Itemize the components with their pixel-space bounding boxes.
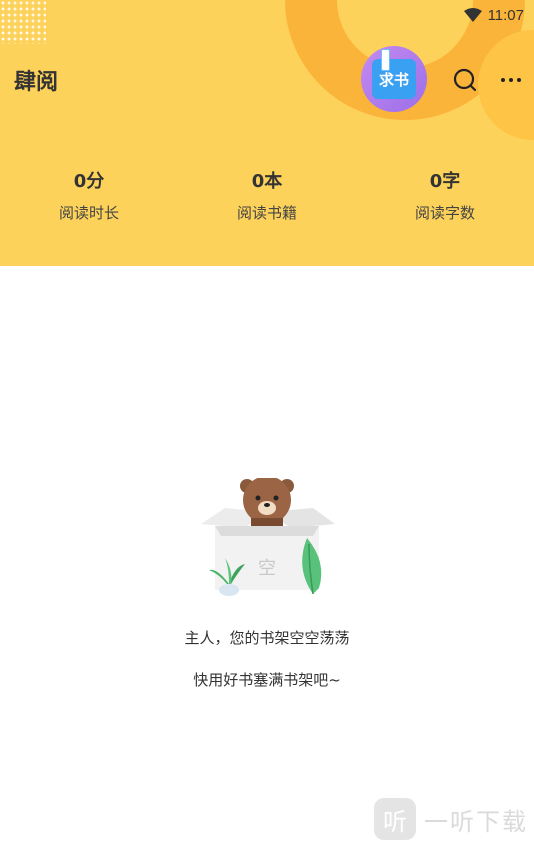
stat-value: 0分 [73, 171, 105, 192]
box-label: 空 [258, 558, 276, 579]
request-book-button[interactable]: 求书 [361, 46, 427, 112]
status-time: 11:07 [487, 6, 524, 24]
watermark: 听 一听下载 [374, 798, 528, 840]
request-book-label: 求书 [378, 70, 409, 89]
header: 11:07 肆阅 求书 0分 阅读时长 0本 阅读书籍 0字 阅读字数 [0, 0, 534, 266]
stat-label: 阅读字数 [414, 204, 475, 222]
search-icon[interactable] [451, 66, 479, 94]
decorative-dots [0, 0, 46, 44]
bookmark-tab [381, 49, 390, 71]
more-dot [509, 78, 513, 82]
stat-value: 0本 [251, 171, 283, 192]
watermark-logo: 听 [374, 798, 416, 840]
app-title: 肆阅 [14, 69, 59, 95]
stat-value: 0字 [429, 171, 461, 192]
request-book-icon: 求书 [372, 49, 416, 99]
bear-in-box-illustration: 空 [201, 478, 335, 596]
status-bar: 11:07 [463, 4, 524, 26]
stat-label: 阅读书籍 [236, 204, 297, 222]
wifi-icon [463, 8, 482, 22]
stat-books-read[interactable]: 0本 阅读书籍 [178, 168, 356, 223]
empty-shelf-hint: 快用好书塞满书架吧~ [193, 671, 341, 689]
more-dot [517, 78, 521, 82]
stat-label: 阅读时长 [58, 204, 119, 222]
watermark-text: 一听下载 [424, 807, 528, 836]
reading-stats: 0分 阅读时长 0本 阅读书籍 0字 阅读字数 [0, 168, 534, 223]
more-dot [501, 78, 505, 82]
stat-words-read[interactable]: 0字 阅读字数 [356, 168, 534, 223]
empty-shelf-message: 主人，您的书架空空荡荡 [184, 629, 350, 647]
more-icon[interactable] [496, 66, 526, 94]
stat-reading-time[interactable]: 0分 阅读时长 [0, 168, 178, 223]
